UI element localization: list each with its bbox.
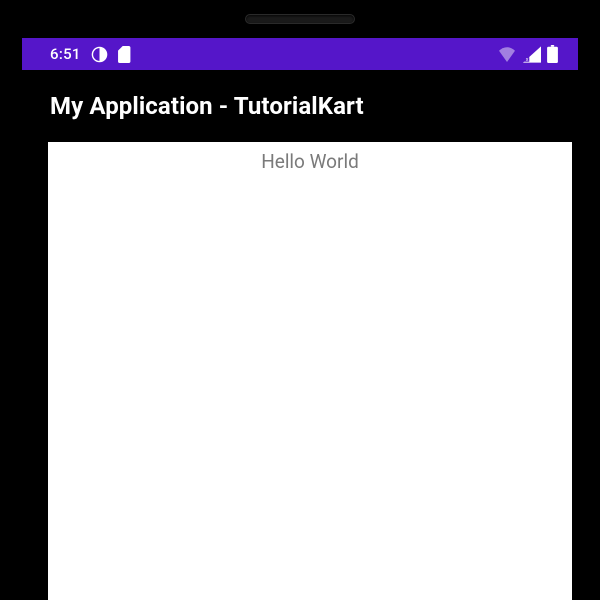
content-area: Hello World	[48, 142, 572, 600]
contrast-icon	[91, 46, 108, 63]
status-bar-right: x	[497, 45, 558, 63]
wifi-icon	[497, 46, 517, 62]
device-bezel	[0, 0, 600, 38]
svg-text:x: x	[526, 57, 529, 63]
battery-icon	[547, 45, 558, 63]
device-frame: 6:51	[0, 0, 600, 600]
app-title: My Application - TutorialKart	[50, 92, 364, 120]
signal-icon: x	[523, 46, 541, 63]
status-bar-left: 6:51	[50, 45, 132, 63]
status-time: 6:51	[50, 45, 81, 63]
speaker-slot-icon	[245, 14, 355, 24]
status-bar: 6:51	[22, 38, 578, 70]
app-bar: My Application - TutorialKart	[22, 70, 578, 142]
hello-world-text: Hello World	[261, 150, 359, 173]
sd-card-icon	[118, 46, 132, 63]
